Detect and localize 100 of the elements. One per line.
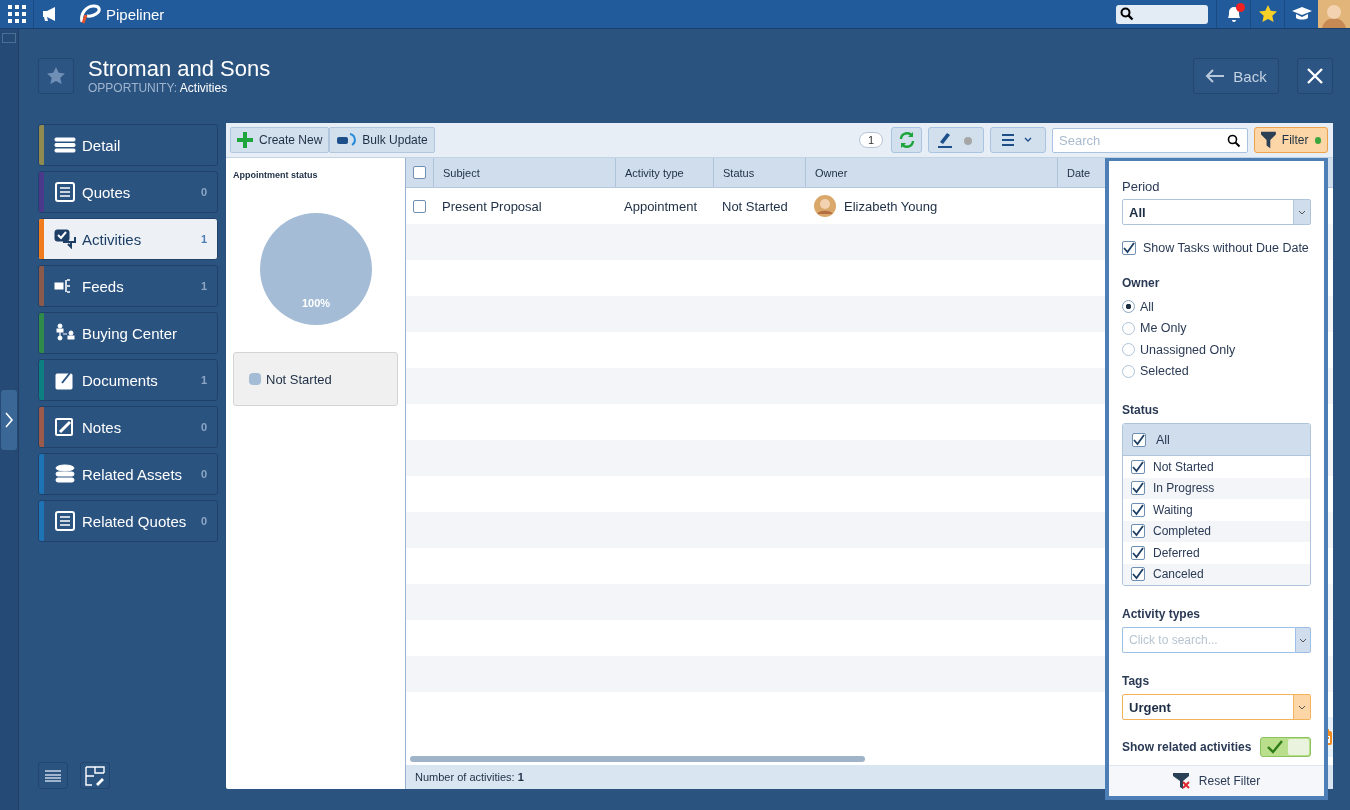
table-cell: Not Started	[722, 198, 788, 214]
checkmark-icon	[1267, 740, 1283, 754]
checkbox[interactable]	[1131, 567, 1145, 582]
nav-label: Notes	[82, 418, 123, 436]
nav-label: Feeds	[82, 277, 125, 295]
nav-item[interactable]: Related Quotes 0	[38, 500, 218, 542]
nav-item[interactable]: Documents 1	[38, 359, 218, 401]
view-menu-button[interactable]	[990, 127, 1046, 153]
nav-item[interactable]: Feeds 1	[38, 265, 218, 307]
column-header[interactable]: Activity type	[615, 158, 713, 187]
bars-icon	[54, 135, 76, 155]
nav-item[interactable]: Activities 1	[38, 218, 218, 260]
nav-item[interactable]: Quotes 0	[38, 171, 218, 213]
checkbox[interactable]	[1131, 481, 1145, 496]
section-heading: Owner	[1122, 276, 1161, 290]
chevron-right-icon	[4, 412, 14, 428]
star-icon	[46, 66, 66, 86]
select-all-checkbox[interactable]	[413, 166, 426, 179]
scrollbar-thumb[interactable]	[410, 756, 865, 762]
page-title: Stroman and Sons	[88, 57, 271, 81]
checkbox[interactable]	[1131, 524, 1145, 539]
caret-icon	[1298, 704, 1306, 710]
global-search-field[interactable]	[1116, 4, 1208, 24]
note-icon	[54, 417, 76, 437]
section-name: Activities	[179, 81, 228, 95]
table-cell: Present Proposal	[442, 198, 542, 214]
column-header[interactable]: Status	[713, 158, 805, 187]
create-new-button[interactable]: Create New	[230, 127, 330, 153]
owner-avatar	[814, 195, 836, 217]
refresh-icon	[897, 131, 916, 149]
activity-count: Number of activities: 1	[415, 771, 524, 783]
nav-label: Activities	[82, 230, 143, 248]
radio-label: Me Only	[1140, 321, 1187, 336]
nav-label: Related Assets	[82, 465, 184, 483]
nav-count: 0	[200, 468, 207, 480]
legend-swatch	[249, 373, 261, 385]
filter-clear-icon	[1172, 772, 1191, 790]
plus-icon	[237, 132, 253, 148]
checkbox[interactable]	[1132, 432, 1146, 447]
filter-icon	[1261, 131, 1276, 149]
nav-item[interactable]: Related Assets 0	[38, 453, 218, 495]
section-heading: Activity types	[1122, 607, 1202, 621]
field-label: Period	[1122, 179, 1161, 194]
column-header[interactable]: Subject	[433, 158, 615, 187]
radio-button[interactable]	[1122, 300, 1135, 314]
star-icon	[1257, 4, 1278, 24]
menu-button[interactable]	[38, 762, 68, 789]
checkbox-label: Completed	[1153, 524, 1212, 539]
nav-count: 1	[200, 233, 207, 245]
grid-icon	[7, 5, 26, 23]
checkbox-label: Waiting	[1153, 502, 1193, 517]
bulk-update-button[interactable]: Bulk Update	[329, 127, 435, 153]
back-button[interactable]: Back	[1193, 58, 1279, 94]
checkbox-label: All	[1156, 432, 1170, 447]
document-icon	[54, 370, 76, 390]
database-icon	[54, 464, 76, 484]
radio-label: Selected	[1140, 364, 1189, 379]
search-field[interactable]: Search	[1052, 127, 1248, 153]
close-button[interactable]	[1297, 58, 1333, 94]
table-cell: Appointment	[624, 198, 697, 214]
nav-label: Related Quotes	[82, 512, 188, 530]
arrow-left-icon	[1205, 69, 1226, 83]
checkbox[interactable]	[1131, 459, 1145, 474]
checkbox-label: Deferred	[1153, 545, 1200, 560]
radio-label: Unassigned Only	[1140, 342, 1236, 357]
row-checkbox[interactable]	[413, 199, 426, 213]
close-icon	[1306, 67, 1324, 85]
tags-dropdown[interactable]: Urgent	[1122, 694, 1311, 720]
toggle-switch[interactable]	[1260, 737, 1311, 757]
nav-count: 0	[200, 515, 207, 527]
expand-button[interactable]	[1, 390, 17, 450]
period-dropdown[interactable]: All	[1122, 199, 1311, 225]
search-icon	[1227, 133, 1241, 148]
table-cell: Elizabeth Young	[844, 198, 938, 214]
checkbox[interactable]	[1131, 545, 1145, 560]
count-badge: 1	[858, 132, 883, 148]
edit-layout-button[interactable]	[80, 762, 110, 789]
nav-item[interactable]: Buying Center	[38, 312, 218, 354]
chart-title: Appointment status	[233, 170, 319, 180]
highlighter-button[interactable]	[928, 127, 984, 153]
activity-types-field[interactable]: Click to search...	[1122, 627, 1295, 653]
filter-button[interactable]: Filter	[1254, 127, 1328, 153]
nav-item[interactable]: Detail	[38, 124, 218, 166]
column-header[interactable]: Owner	[805, 158, 1057, 187]
nav-label: Detail	[82, 136, 122, 154]
caret-icon	[1298, 209, 1306, 215]
nav-label: Buying Center	[82, 324, 179, 342]
caret-icon	[1299, 637, 1307, 643]
dropdown-toggle[interactable]	[1295, 627, 1311, 653]
app-name: Pipeliner	[106, 5, 165, 23]
reset-filter-button[interactable]: Reset Filter	[1109, 765, 1324, 796]
bulk-update-icon	[336, 132, 357, 148]
nav-item[interactable]: Notes 0	[38, 406, 218, 448]
nav-count: 0	[200, 186, 207, 198]
checkbox[interactable]	[1131, 502, 1145, 517]
favorite-button[interactable]	[38, 58, 74, 94]
people-icon	[54, 323, 76, 343]
checkbox[interactable]	[1122, 241, 1136, 255]
checkbox-label: Show Tasks without Due Date	[1143, 241, 1309, 255]
nav-label: Quotes	[82, 183, 132, 201]
